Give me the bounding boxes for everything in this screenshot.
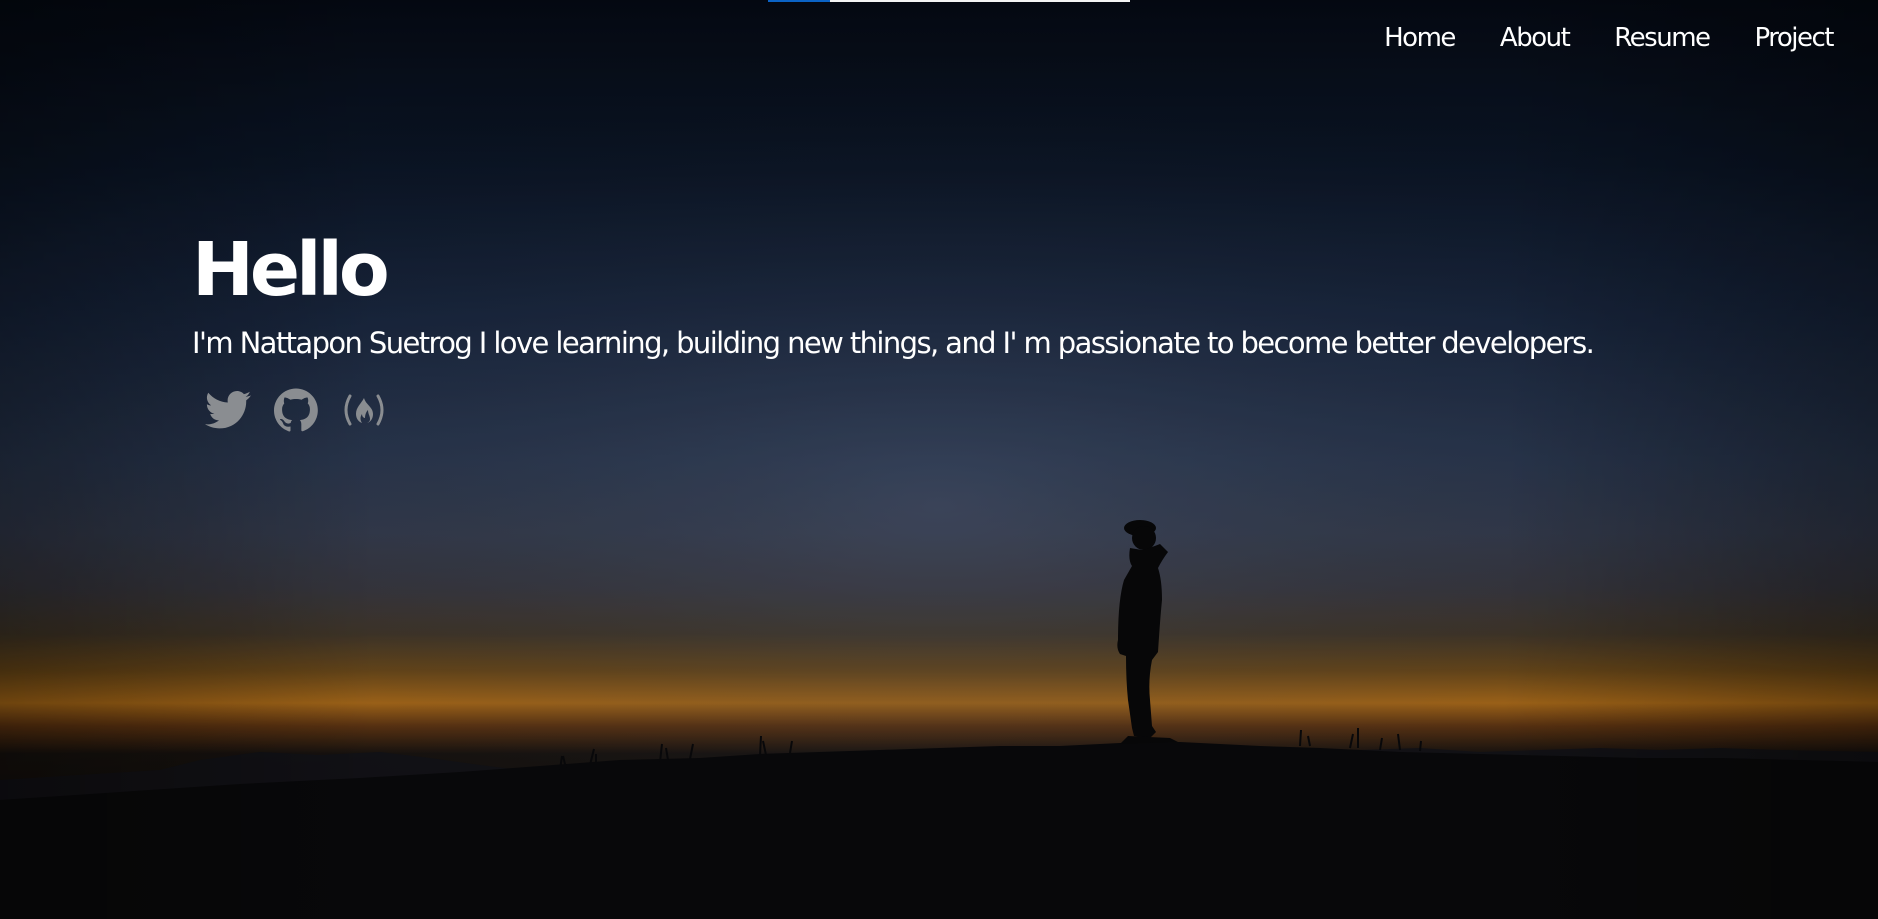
nav-about-link[interactable]: About (1500, 20, 1571, 56)
hero-tagline: I'm Nattapon Suetrog I love learning, bu… (192, 326, 1595, 360)
social-links (204, 386, 1593, 434)
hero-background-image (0, 0, 1878, 919)
github-icon (274, 388, 318, 432)
freecodecamp-link[interactable] (340, 386, 388, 434)
top-navigation: Home About Resume Project (1384, 20, 1835, 56)
github-link[interactable] (272, 386, 320, 434)
scroll-progress-bar (768, 0, 1130, 2)
twitter-icon (205, 391, 251, 429)
freecodecamp-icon (344, 394, 384, 426)
nav-project-link[interactable]: Project (1755, 20, 1835, 56)
hero-content: Hello I'm Nattapon Suetrog I love learni… (192, 227, 1595, 434)
twitter-link[interactable] (204, 386, 252, 434)
nav-resume-link[interactable]: Resume (1614, 20, 1711, 56)
scroll-progress-fill (768, 0, 830, 2)
hero-page: Home About Resume Project Hello I'm Natt… (0, 0, 1878, 919)
hero-title: Hello (192, 227, 390, 313)
nav-home-link[interactable]: Home (1384, 20, 1456, 56)
